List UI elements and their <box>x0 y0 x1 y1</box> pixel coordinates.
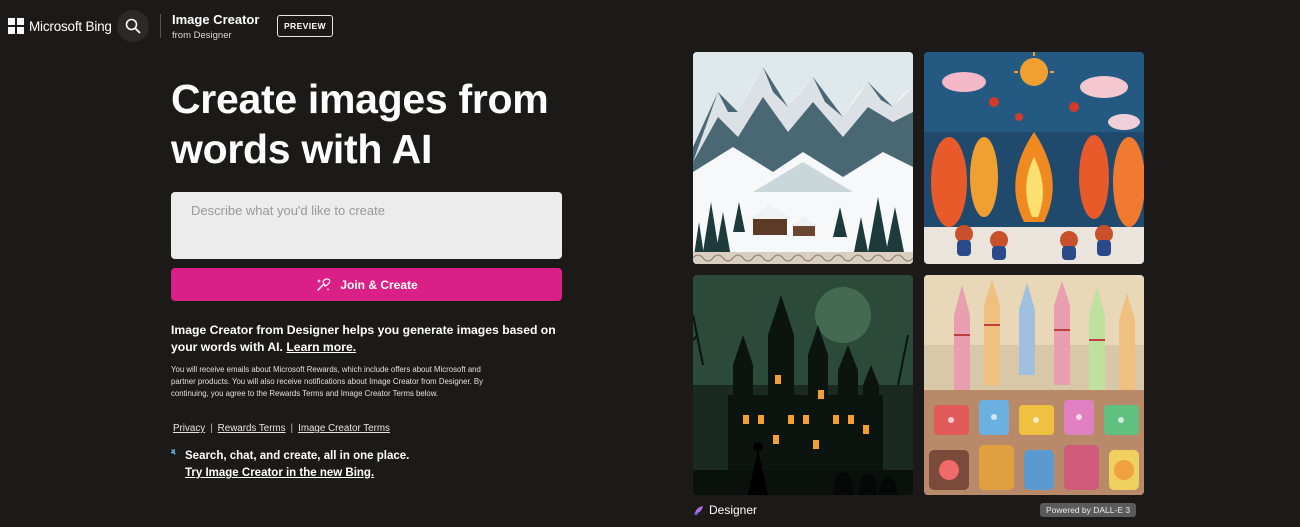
top-bar: Microsoft Bing Image Creator from Design… <box>0 0 1300 52</box>
rewards-terms-link[interactable]: Rewards Terms <box>218 423 286 434</box>
learn-more-link[interactable]: Learn more. <box>286 340 356 354</box>
microsoft-logo-icon <box>8 18 24 34</box>
brand-subtitle: from Designer <box>172 30 232 41</box>
gallery-image-snowy-mountain-village[interactable] <box>693 52 913 264</box>
new-bing-promo: Search, chat, and create, all in one pla… <box>171 448 409 482</box>
preview-badge: PREVIEW <box>277 15 333 37</box>
gallery-image-felt-campfire-scene[interactable] <box>924 52 1144 264</box>
gallery-image-gothic-castle-night[interactable] <box>693 275 913 495</box>
microsoft-bing-logo[interactable]: Microsoft Bing <box>8 18 112 34</box>
header-divider <box>160 14 161 38</box>
rewards-disclaimer: You will receive emails about Microsoft … <box>171 365 484 398</box>
new-bing-headline: Search, chat, and create, all in one pla… <box>185 450 410 462</box>
try-new-bing-link[interactable]: Try Image Creator in the new Bing. <box>185 465 409 482</box>
powered-by-badge: Powered by DALL-E 3 <box>1040 503 1137 517</box>
search-icon <box>125 18 141 34</box>
link-separator: | <box>290 423 294 434</box>
privacy-link[interactable]: Privacy <box>173 423 205 434</box>
magic-wand-icon <box>317 278 331 291</box>
brand-title: Image Creator <box>172 12 260 27</box>
gallery-image-candy-city[interactable] <box>924 275 1144 495</box>
sparkle-icon <box>171 449 176 455</box>
logo-text: Microsoft Bing <box>29 18 112 34</box>
designer-label: Designer <box>709 503 758 517</box>
description: Image Creator from Designer helps you ge… <box>171 322 571 356</box>
legal-links: Privacy | Rewards Terms | Image Creator … <box>173 423 390 434</box>
designer-logo-icon <box>694 506 703 516</box>
search-button[interactable] <box>117 10 149 42</box>
image-creator-brand[interactable]: Image Creator from Designer <box>172 12 259 41</box>
designer-brand: Designer <box>693 503 757 517</box>
join-and-create-button[interactable]: Join & Create <box>171 268 562 301</box>
join-and-create-label: Join & Create <box>340 277 418 292</box>
description-text: Image Creator from Designer helps you ge… <box>171 323 556 354</box>
link-separator: | <box>210 423 213 434</box>
prompt-input[interactable] <box>171 192 562 259</box>
image-creator-terms-link[interactable]: Image Creator Terms <box>298 423 390 434</box>
page-title: Create images from words with AI <box>171 76 549 172</box>
